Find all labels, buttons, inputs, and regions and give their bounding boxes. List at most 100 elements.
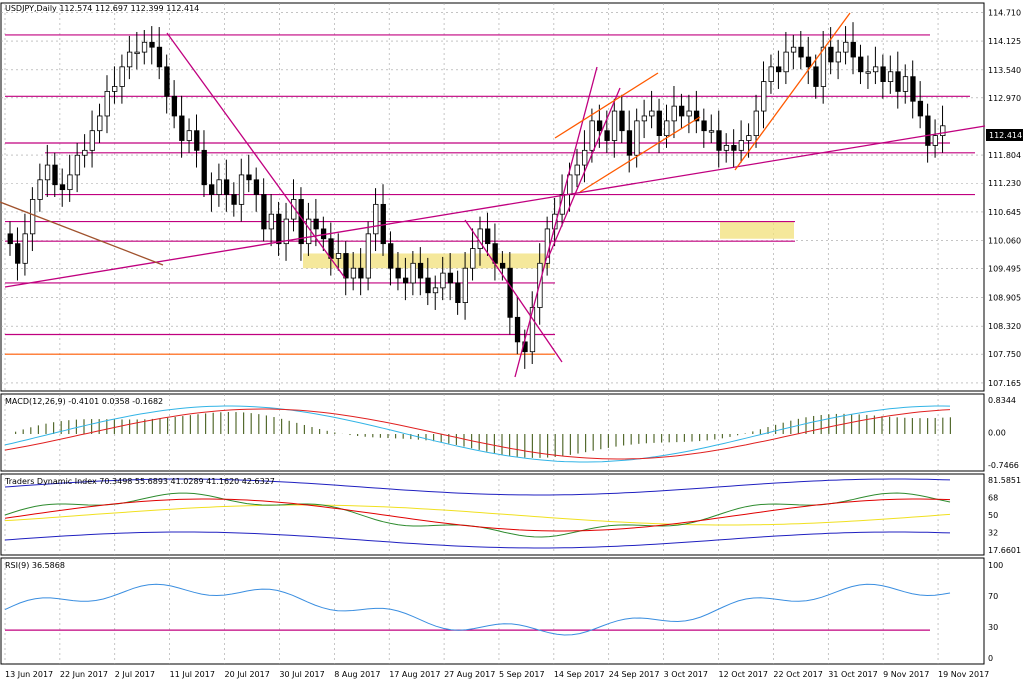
date-tick-label: 2 Jul 2017 bbox=[115, 670, 155, 679]
candle bbox=[89, 130, 95, 151]
candle bbox=[596, 120, 603, 132]
candle bbox=[843, 41, 849, 53]
candle bbox=[373, 203, 379, 235]
price-tick-label: 107.165 bbox=[988, 379, 1021, 388]
candle bbox=[447, 272, 454, 284]
candle bbox=[22, 233, 28, 264]
candle bbox=[343, 253, 349, 279]
date-tick-label: 5 Sep 2017 bbox=[499, 670, 545, 679]
candle bbox=[880, 66, 886, 82]
candle bbox=[940, 125, 946, 137]
date-tick-label: 11 Jul 2017 bbox=[170, 670, 215, 679]
price-tick-label: 108.320 bbox=[988, 322, 1021, 331]
candle bbox=[582, 149, 588, 166]
candle bbox=[664, 120, 670, 137]
current-price-value: 112.414 bbox=[989, 131, 1022, 140]
support-zone bbox=[720, 221, 794, 239]
candle bbox=[134, 51, 140, 55]
date-tick-label: 9 Nov 2017 bbox=[883, 670, 929, 679]
price-tick-label: 107.750 bbox=[988, 350, 1021, 359]
date-tick-label: 24 Sep 2017 bbox=[609, 670, 660, 679]
candle bbox=[887, 71, 894, 82]
price-tick-label: 108.905 bbox=[988, 293, 1021, 302]
candle bbox=[261, 194, 267, 230]
candle bbox=[462, 267, 468, 303]
candle bbox=[410, 262, 416, 284]
candle bbox=[485, 228, 491, 245]
date-tick-label: 22 Jun 2017 bbox=[60, 670, 108, 679]
candle bbox=[589, 120, 595, 151]
candle bbox=[276, 213, 282, 245]
candle bbox=[298, 199, 304, 245]
candle bbox=[67, 174, 73, 191]
candle bbox=[402, 277, 409, 284]
date-tick-label: 3 Oct 2017 bbox=[664, 670, 708, 679]
candle bbox=[306, 218, 312, 245]
date-tick-label: 22 Oct 2017 bbox=[773, 670, 822, 679]
candle bbox=[731, 145, 737, 151]
price-tick-label: 110.645 bbox=[988, 208, 1021, 217]
candle bbox=[641, 115, 648, 122]
candle bbox=[902, 76, 909, 92]
date-tick-label: 13 Jun 2017 bbox=[5, 670, 53, 679]
candle bbox=[52, 164, 58, 186]
candle bbox=[432, 287, 439, 294]
candle bbox=[7, 233, 13, 245]
candle bbox=[141, 41, 148, 53]
candle bbox=[910, 76, 916, 102]
candle bbox=[611, 110, 618, 141]
candle bbox=[679, 105, 685, 117]
candle bbox=[119, 66, 125, 87]
macd-tick-label: 0.8344 bbox=[988, 396, 1016, 405]
date-tick-label: 30 Jul 2017 bbox=[279, 670, 324, 679]
tdi-tick-label: 17.6601 bbox=[988, 546, 1021, 555]
rsi-tick-label: 0 bbox=[988, 654, 993, 663]
candle bbox=[246, 174, 252, 181]
rsi-tick-label: 70 bbox=[988, 592, 998, 601]
candle bbox=[649, 110, 655, 117]
candle bbox=[619, 110, 625, 132]
candle bbox=[365, 233, 371, 279]
price-tick-label: 111.804 bbox=[988, 151, 1021, 160]
candle bbox=[82, 149, 88, 156]
chart-window[interactable]: 114.710 114.125 113.540 112.970 111.804 111.2… bbox=[0, 0, 1024, 683]
candle bbox=[350, 267, 357, 279]
candle bbox=[761, 81, 767, 112]
candle bbox=[701, 120, 707, 132]
tdi-tick-label: 50 bbox=[988, 511, 998, 520]
rsi-tick-label: 100 bbox=[988, 561, 1003, 570]
candle bbox=[805, 56, 812, 68]
price-tick-label: 110.060 bbox=[988, 237, 1021, 246]
candle bbox=[238, 174, 245, 205]
date-tick-label: 31 Oct 2017 bbox=[828, 670, 877, 679]
chart-svg[interactable]: 114.710 114.125 113.540 112.970 111.804 111.2… bbox=[0, 0, 1024, 683]
candle bbox=[59, 184, 66, 191]
candle bbox=[231, 194, 237, 205]
candle bbox=[820, 46, 827, 87]
date-tick-label: 27 Aug 2017 bbox=[444, 670, 495, 679]
candle bbox=[455, 282, 461, 303]
candle bbox=[44, 164, 51, 181]
candle bbox=[171, 95, 178, 117]
candle bbox=[97, 115, 103, 132]
tdi-label: Traders Dynamic Index 70.3498 55.6893 41… bbox=[4, 477, 275, 486]
date-tick-label: 12 Oct 2017 bbox=[719, 670, 768, 679]
candle bbox=[492, 243, 498, 264]
candle bbox=[686, 110, 692, 117]
tdi-tick-label: 68 bbox=[988, 494, 998, 503]
candle bbox=[925, 115, 931, 146]
price-tick-label: 109.495 bbox=[988, 264, 1021, 273]
candle bbox=[201, 149, 207, 186]
candle bbox=[440, 272, 446, 289]
candle bbox=[216, 179, 222, 195]
candle bbox=[328, 238, 334, 259]
date-tick-label: 14 Sep 2017 bbox=[554, 670, 605, 679]
current-price-tag: 112.414 bbox=[986, 129, 1023, 141]
candle bbox=[507, 267, 513, 318]
rsi-label: RSI(9) 36.5868 bbox=[5, 561, 65, 570]
candle bbox=[738, 140, 745, 151]
candle bbox=[209, 184, 215, 195]
candle bbox=[858, 56, 864, 73]
date-tick-label: 19 Nov 2017 bbox=[938, 670, 989, 679]
candle bbox=[872, 66, 879, 73]
